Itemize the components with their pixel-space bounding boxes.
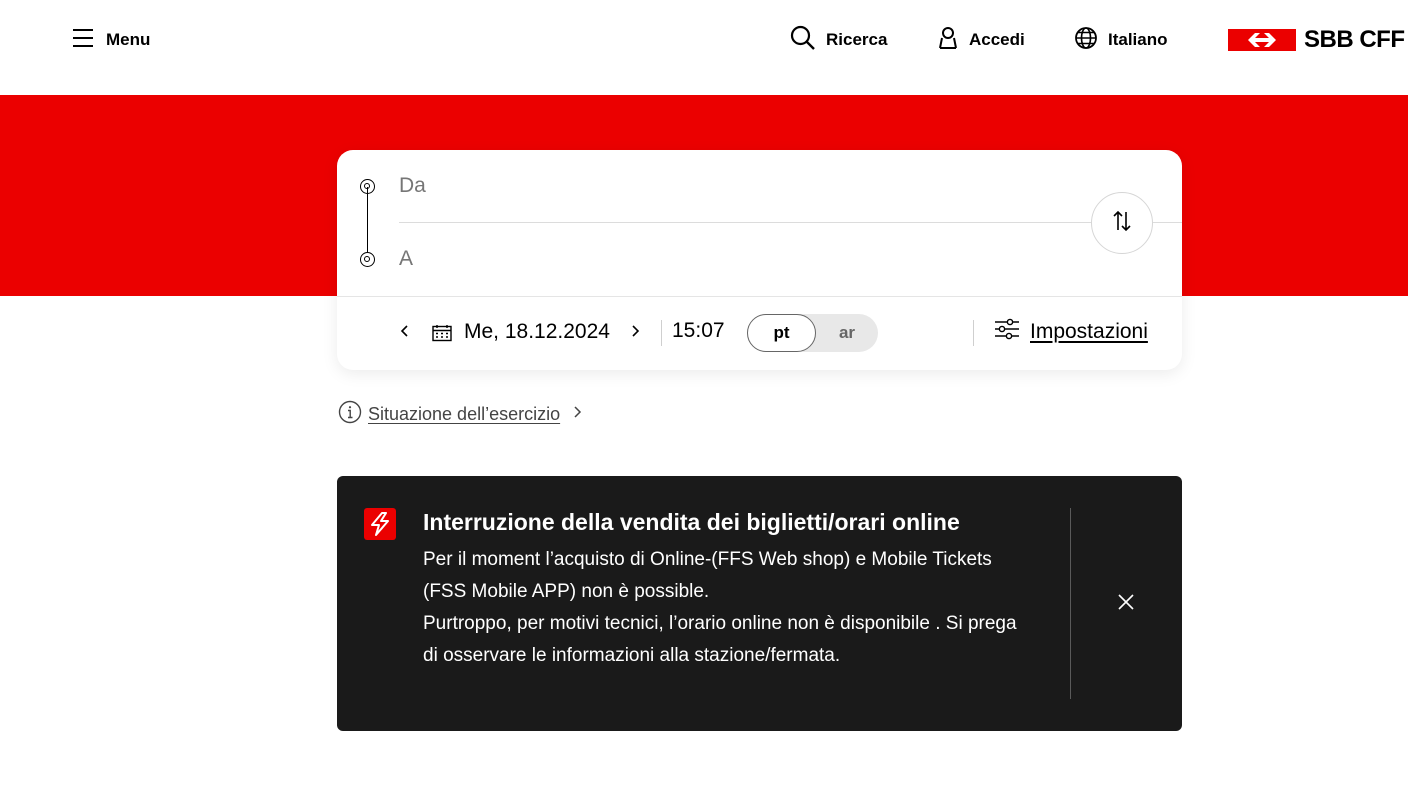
notice-body: Per il moment l’acquisto di Online-(FFS … — [423, 544, 1023, 672]
date-value[interactable]: Me, 18.12.2024 — [464, 320, 610, 344]
previous-day-button[interactable] — [397, 322, 413, 344]
login-button[interactable]: Accedi — [937, 26, 1025, 54]
route-line — [367, 187, 368, 260]
globe-icon — [1074, 26, 1098, 55]
hamburger-icon — [72, 27, 94, 54]
menu-button[interactable]: Menu — [72, 27, 150, 53]
operational-situation-link[interactable]: Situazione dell’esercizio — [338, 400, 582, 429]
divider — [661, 320, 662, 346]
sbb-logo-icon — [1228, 29, 1296, 51]
search-button[interactable]: Ricerca — [790, 25, 888, 56]
user-icon — [937, 26, 959, 55]
disruption-icon — [364, 508, 396, 540]
close-notice-button[interactable] — [1115, 593, 1137, 615]
menu-label: Menu — [106, 30, 151, 49]
close-icon — [1117, 593, 1135, 616]
chevron-left-icon — [400, 324, 410, 343]
notice-paragraph: Per il moment l’acquisto di Online-(FFS … — [423, 549, 992, 602]
language-selector[interactable]: Italiano — [1074, 26, 1168, 54]
settings-button[interactable]: Impostazioni — [994, 318, 1148, 345]
search-label: Ricerca — [826, 30, 888, 49]
site-header: Menu Ricerca Accedi Italiano SBB CFF FFS — [0, 0, 1408, 95]
time-value[interactable]: 15:07 — [672, 319, 725, 343]
swap-icon — [1110, 209, 1134, 238]
timetable-search-card: Me, 18.12.2024 15:07 pt ar Impostazioni — [337, 150, 1182, 370]
login-label: Accedi — [969, 30, 1025, 49]
calendar-icon[interactable] — [432, 324, 452, 347]
sbb-logo[interactable]: SBB CFF FFS — [1228, 26, 1408, 53]
departure-arrival-toggle: pt ar — [747, 314, 878, 352]
info-icon — [338, 400, 362, 429]
chevron-right-icon — [572, 405, 582, 424]
sbb-logo-text: SBB CFF FFS — [1304, 26, 1408, 53]
notice-title: Interruzione della vendita dei biglietti… — [423, 509, 960, 535]
destination-dot-icon — [360, 252, 375, 267]
next-day-button[interactable] — [627, 322, 643, 344]
date-time-controls: Me, 18.12.2024 15:07 pt ar Impostazioni — [337, 296, 1182, 370]
divider — [973, 320, 974, 346]
settings-label: Impostazioni — [1030, 319, 1148, 343]
notice-paragraph: Purtroppo, per motivi tecnici, l’orario … — [423, 613, 1017, 666]
chevron-right-icon — [630, 324, 640, 343]
field-divider — [399, 222, 1182, 223]
to-input[interactable] — [399, 241, 1069, 277]
departure-option[interactable]: pt — [747, 314, 816, 352]
swap-button[interactable] — [1091, 192, 1153, 254]
situation-label: Situazione dell’esercizio — [368, 404, 561, 424]
sliders-icon — [994, 318, 1020, 345]
notice-divider — [1070, 508, 1071, 699]
from-input[interactable] — [399, 168, 1069, 204]
search-icon — [790, 25, 816, 56]
arrival-option[interactable]: ar — [816, 314, 878, 352]
language-label: Italiano — [1108, 30, 1168, 49]
disruption-notice: Interruzione della vendita dei biglietti… — [337, 476, 1182, 731]
